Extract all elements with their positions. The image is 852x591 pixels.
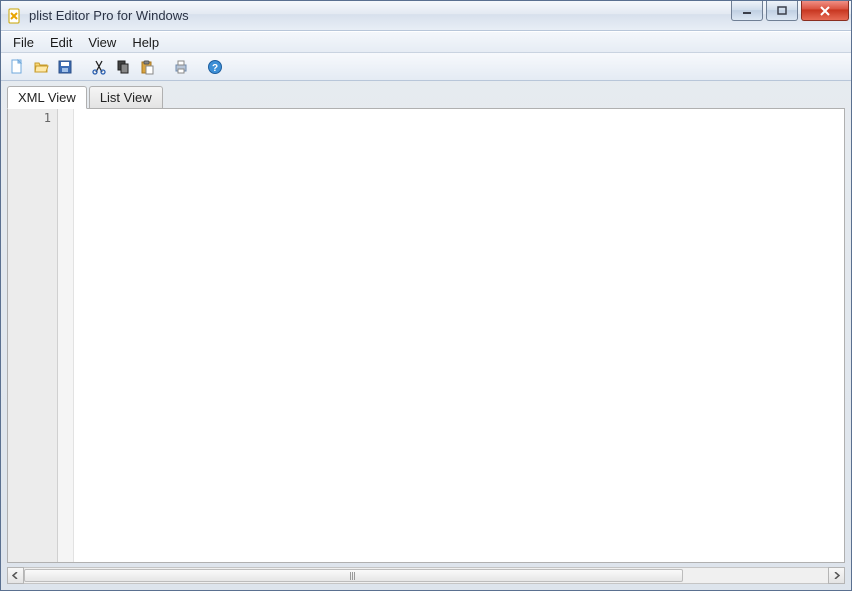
cut-icon — [91, 59, 107, 75]
menu-edit[interactable]: Edit — [42, 33, 80, 52]
save-button[interactable] — [55, 57, 75, 77]
save-icon — [57, 59, 73, 75]
window-controls — [731, 1, 851, 21]
toolbar-separator — [195, 57, 201, 77]
line-number-gutter: 1 — [8, 109, 58, 562]
title-bar: plist Editor Pro for Windows — [1, 1, 851, 31]
tab-list-view[interactable]: List View — [89, 86, 163, 108]
scroll-right-button[interactable] — [828, 567, 845, 584]
open-folder-icon — [33, 59, 49, 75]
minimize-icon — [742, 6, 752, 16]
toolbar-separator — [161, 57, 167, 77]
minimize-button[interactable] — [731, 1, 763, 21]
close-button[interactable] — [801, 1, 849, 21]
menu-bar: File Edit View Help — [1, 31, 851, 53]
new-file-button[interactable] — [7, 57, 27, 77]
maximize-button[interactable] — [766, 1, 798, 21]
toolbar-separator — [79, 57, 85, 77]
toolbar: ? — [1, 53, 851, 81]
chevron-left-icon — [12, 572, 19, 579]
print-button[interactable] — [171, 57, 191, 77]
editor-area: 1 — [7, 109, 845, 563]
tab-xml-view[interactable]: XML View — [7, 86, 87, 109]
app-window: plist Editor Pro for Windows File Edit V… — [0, 0, 852, 591]
horizontal-scrollbar[interactable] — [7, 567, 845, 584]
paste-button[interactable] — [137, 57, 157, 77]
cut-button[interactable] — [89, 57, 109, 77]
close-icon — [819, 6, 831, 16]
window-title: plist Editor Pro for Windows — [29, 8, 189, 23]
help-icon: ? — [207, 59, 223, 75]
code-text-area[interactable] — [74, 109, 844, 562]
copy-button[interactable] — [113, 57, 133, 77]
new-file-icon — [9, 59, 25, 75]
maximize-icon — [777, 6, 787, 16]
scroll-left-button[interactable] — [7, 567, 24, 584]
chevron-right-icon — [833, 572, 840, 579]
view-tabs: XML View List View — [7, 85, 845, 109]
scrollbar-thumb[interactable] — [24, 569, 683, 582]
print-icon — [173, 59, 189, 75]
svg-text:?: ? — [212, 63, 218, 74]
scrollbar-grip-icon — [350, 572, 358, 580]
menu-file[interactable]: File — [5, 33, 42, 52]
app-icon — [7, 8, 23, 24]
paste-icon — [139, 59, 155, 75]
copy-icon — [115, 59, 131, 75]
open-file-button[interactable] — [31, 57, 51, 77]
menu-view[interactable]: View — [80, 33, 124, 52]
menu-help[interactable]: Help — [124, 33, 167, 52]
scrollbar-track[interactable] — [24, 567, 828, 584]
help-button[interactable]: ? — [205, 57, 225, 77]
fold-strip — [58, 109, 74, 562]
line-number: 1 — [8, 111, 51, 125]
